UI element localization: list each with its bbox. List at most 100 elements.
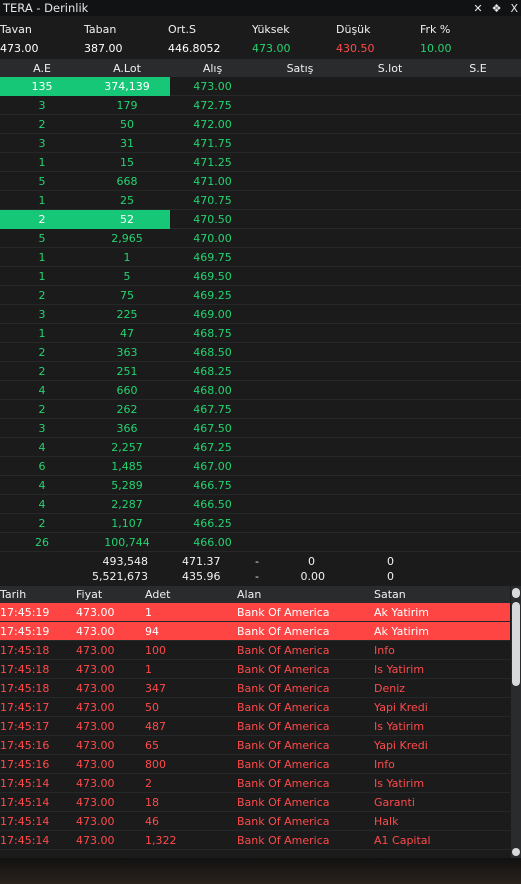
depth-row[interactable]: 3 225 469.00 <box>0 305 521 324</box>
depth-row[interactable]: 1 47 468.75 <box>0 324 521 343</box>
trade-row[interactable]: 17:45:19 473.00 1 Bank Of America Ak Yatirim <box>0 603 510 622</box>
depth-row[interactable]: 1 15 471.25 <box>0 153 521 172</box>
depth-alis: 467.00 <box>193 459 232 473</box>
trade-satan: Yapi Kredi <box>374 738 428 752</box>
depth-header-satis[interactable]: Satış <box>255 62 345 75</box>
depth-row[interactable]: 4 2,257 467.25 <box>0 438 521 457</box>
trade-row[interactable]: 17:45:14 473.00 18 Bank Of America Garanti <box>0 793 510 812</box>
depth-alis: 472.00 <box>193 117 232 131</box>
depth-alis: 467.50 <box>193 421 232 435</box>
trade-alan: Bank Of America <box>237 795 330 809</box>
depth-alis: 471.25 <box>193 155 232 169</box>
depth-row[interactable]: 5 668 471.00 <box>0 172 521 191</box>
stat-value-taban: 387.00 <box>84 42 123 55</box>
depth-row[interactable]: 135 374,139 473.00 <box>0 76 521 96</box>
trade-row[interactable]: 17:45:16 473.00 65 Bank Of America Yapi Kred… <box>0 736 510 755</box>
trade-satan: A1 Capital <box>374 833 431 847</box>
trade-row[interactable]: 17:45:18 473.00 100 Bank Of America Info <box>0 641 510 660</box>
trade-tarih: 17:45:14 <box>0 814 50 828</box>
trade-tarih: 17:45:16 <box>0 738 50 752</box>
depth-row[interactable]: 4 2,287 466.50 <box>0 495 521 514</box>
scrollbar-thumb[interactable] <box>512 602 520 686</box>
depth-alot: 366 <box>116 421 138 435</box>
trade-alan: Bank Of America <box>237 833 330 847</box>
depth-row[interactable]: 6 1,485 467.00 <box>0 457 521 476</box>
trade-satan: Halk <box>374 814 399 828</box>
trade-row[interactable]: 17:45:14 473.00 46 Bank Of America Halk <box>0 812 510 831</box>
depth-alis: 468.75 <box>193 326 232 340</box>
window-controls: ✕ ❖ X <box>473 2 521 15</box>
summary-alot: 493,548 <box>102 555 149 568</box>
depth-row[interactable]: 1 25 470.75 <box>0 191 521 210</box>
trade-row[interactable]: 17:45:14 473.00 2 Bank Of America Is Yatirim <box>0 774 510 793</box>
trades-header-satan[interactable]: Satan <box>374 588 504 601</box>
stat-label-frk: Frk % <box>420 23 451 36</box>
trade-row[interactable]: 17:45:16 473.00 800 Bank Of America Info <box>0 755 510 774</box>
pin-icon[interactable]: ✕ <box>473 2 482 15</box>
trade-satan: Garanti <box>374 795 415 809</box>
depth-row[interactable]: 26 100,744 466.00 <box>0 533 521 552</box>
depth-row[interactable]: 2 251 468.25 <box>0 362 521 381</box>
settings-icon[interactable]: ❖ <box>492 2 502 15</box>
depth-ae: 3 <box>38 98 46 112</box>
depth-row[interactable]: 2 52 470.50 <box>0 209 521 229</box>
trades-header-alan[interactable]: Alan <box>237 588 374 601</box>
scroll-down-arrow[interactable] <box>512 848 520 856</box>
stat-value-orts: 446.8052 <box>168 42 221 55</box>
depth-row[interactable]: 4 660 468.00 <box>0 381 521 400</box>
depth-row[interactable]: 3 366 467.50 <box>0 419 521 438</box>
trades-header-fiyat[interactable]: Fiyat <box>76 588 145 601</box>
depth-header-ae[interactable]: A.E <box>0 62 84 75</box>
trade-adet: 487 <box>145 719 166 733</box>
depth-ae: 1 <box>38 193 46 207</box>
depth-row[interactable]: 3 179 472.75 <box>0 96 521 115</box>
depth-ae: 2 <box>38 117 46 131</box>
stat-label-dusuk: Düşük <box>336 23 371 36</box>
summary-satis-dash: - <box>255 570 259 583</box>
depth-row[interactable]: 2 1,107 466.25 <box>0 514 521 533</box>
depth-row[interactable]: 3 31 471.75 <box>0 134 521 153</box>
depth-alot: 262 <box>116 402 138 416</box>
depth-row[interactable]: 2 75 469.25 <box>0 286 521 305</box>
depth-alot: 75 <box>120 288 134 302</box>
trade-tarih: 17:45:17 <box>0 719 50 733</box>
depth-alot: 1,107 <box>111 516 143 530</box>
depth-ae: 26 <box>35 535 49 549</box>
depth-alot: 50 <box>120 117 134 131</box>
depth-row[interactable]: 2 363 468.50 <box>0 343 521 362</box>
scroll-up-arrow[interactable] <box>512 588 520 598</box>
depth-row[interactable]: 5 2,965 470.00 <box>0 229 521 248</box>
depth-row[interactable]: 1 1 469.75 <box>0 248 521 267</box>
depth-header-alot[interactable]: A.Lot <box>84 62 170 75</box>
depth-header-se[interactable]: S.E <box>435 62 521 75</box>
trade-row[interactable]: 17:45:14 473.00 1,322 Bank Of America A1 Cap… <box>0 831 510 850</box>
depth-ae: 4 <box>38 478 46 492</box>
depth-header-alis[interactable]: Alış <box>170 62 255 75</box>
trade-row[interactable]: 17:45:17 473.00 487 Bank Of America Is Yatir… <box>0 717 510 736</box>
depth-alot: 363 <box>116 345 138 359</box>
trade-alan: Bank Of America <box>237 719 330 733</box>
trades-header-adet[interactable]: Adet <box>145 588 237 601</box>
trade-row[interactable]: 17:45:17 473.00 50 Bank Of America Yapi Kred… <box>0 698 510 717</box>
trade-alan: Bank Of America <box>237 757 330 771</box>
trade-row[interactable]: 17:45:18 473.00 347 Bank Of America Deniz <box>0 679 510 698</box>
depth-summary-row: 493,548 471.37 - 0 0 <box>0 554 521 569</box>
depth-alis: 470.00 <box>193 231 232 245</box>
stat-value-frk: 10.00 <box>420 42 452 55</box>
close-icon[interactable]: X <box>510 2 518 15</box>
summary-satis-dash: - <box>255 555 259 568</box>
footer-bar <box>0 858 521 884</box>
depth-row[interactable]: 4 5,289 466.75 <box>0 476 521 495</box>
trades-header-tarih[interactable]: Tarih <box>0 588 76 601</box>
trade-row[interactable]: 17:45:18 473.00 1 Bank Of America Is Yatirim <box>0 660 510 679</box>
depth-row[interactable]: 2 262 467.75 <box>0 400 521 419</box>
summary-slot: 0 <box>387 570 394 583</box>
trades-scrollbar[interactable] <box>511 586 521 858</box>
depth-header-slot[interactable]: S.lot <box>345 62 435 75</box>
trade-fiyat: 473.00 <box>76 757 115 771</box>
depth-row[interactable]: 2 50 472.00 <box>0 115 521 134</box>
depth-row[interactable]: 1 5 469.50 <box>0 267 521 286</box>
trade-satan: Info <box>374 643 395 657</box>
trade-row[interactable]: 17:45:19 473.00 94 Bank Of America Ak Yatiri… <box>0 622 510 641</box>
trade-fiyat: 473.00 <box>76 795 115 809</box>
